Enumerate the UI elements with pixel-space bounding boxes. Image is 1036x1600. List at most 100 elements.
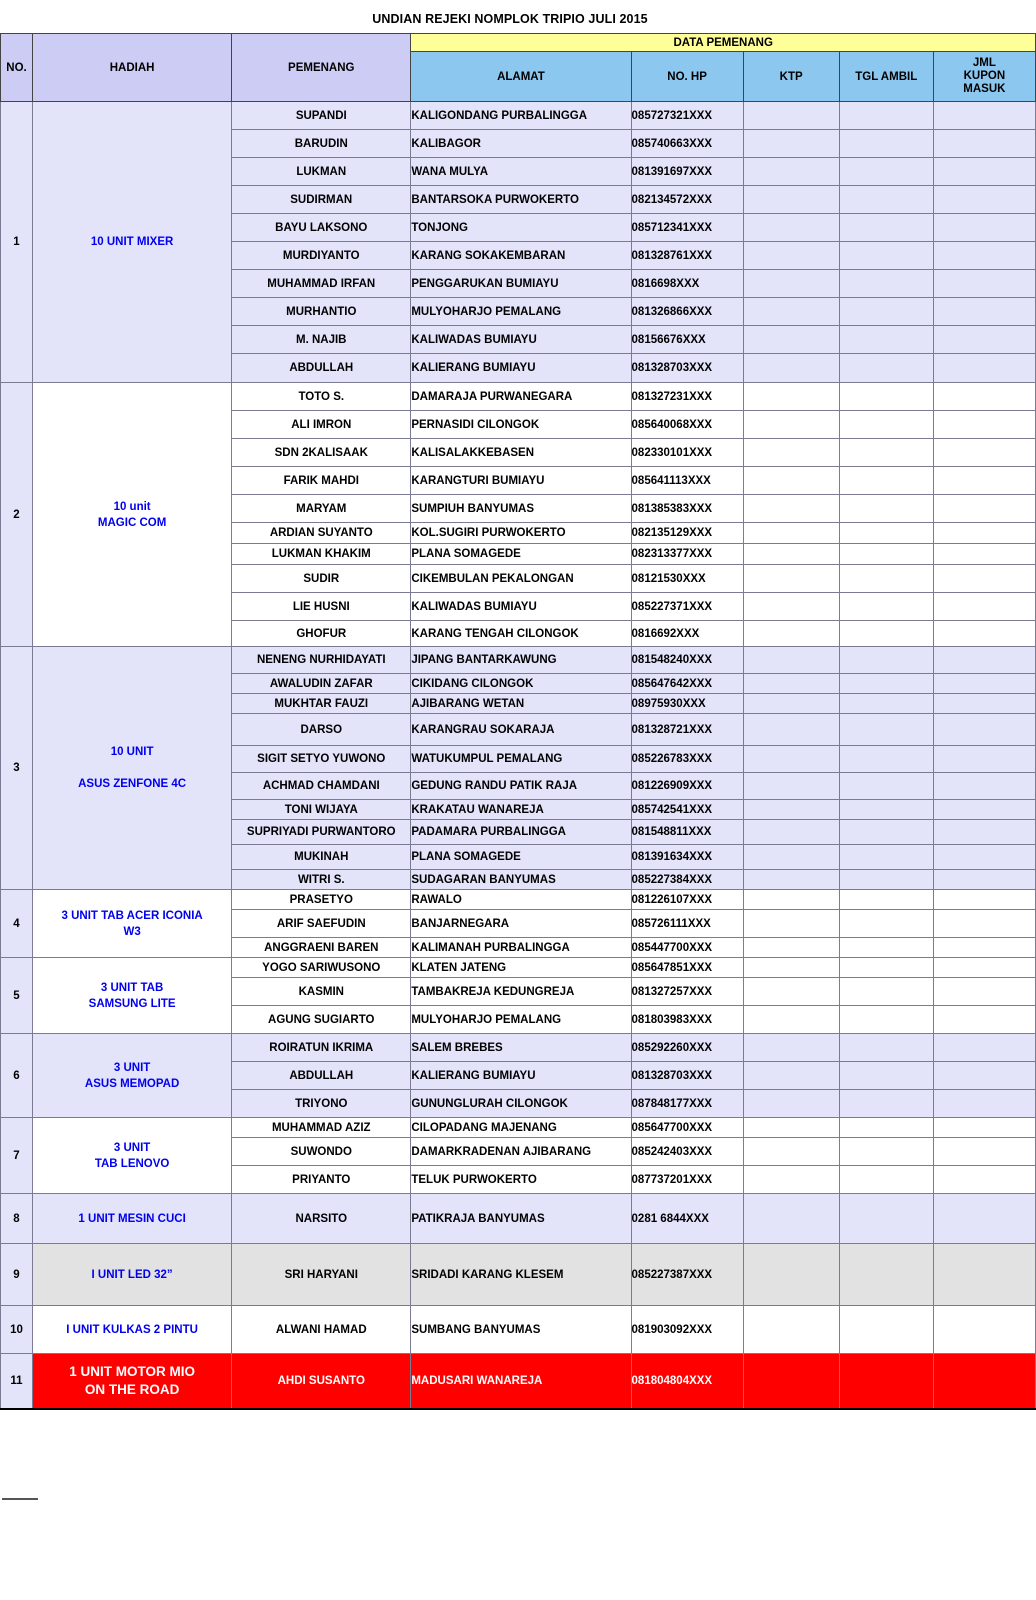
address-cell: CIKEMBULAN PEKALONGAN <box>410 564 632 593</box>
phone-cell: 081385383XXX <box>630 494 744 523</box>
phone-cell: 081328703XXX <box>630 353 744 383</box>
ktp-cell <box>742 693 840 714</box>
address-cell: SUMPIUH BANYUMAS <box>410 494 632 523</box>
row-number-cell: 11 <box>0 1353 34 1410</box>
ktp-cell <box>742 977 840 1006</box>
tgl-ambil-cell <box>838 325 934 354</box>
prize-cell: 3 UNIT ASUS MEMOPAD <box>32 1033 233 1118</box>
prize-cell: I UNIT KULKAS 2 PINTU <box>32 1305 233 1354</box>
ktp-cell <box>742 937 840 958</box>
phone-cell: 085647851XXX <box>630 957 744 978</box>
prize-cell: I UNIT LED 32” <box>32 1243 233 1306</box>
ktp-cell <box>742 1353 840 1410</box>
ktp-cell <box>742 438 840 467</box>
winner-name-cell: ARIF SAEFUDIN <box>231 909 412 938</box>
address-cell: KALIGONDANG PURBALINGGA <box>410 101 632 130</box>
tgl-ambil-cell <box>838 693 934 714</box>
tgl-ambil-cell <box>838 382 934 411</box>
winner-name-cell: MUKHTAR FAUZI <box>231 693 412 714</box>
winner-name-cell: PRASETYO <box>231 889 412 910</box>
address-cell: WATUKUMPUL PEMALANG <box>410 745 632 773</box>
ktp-cell <box>742 713 840 746</box>
phone-cell: 081391697XXX <box>630 157 744 186</box>
phone-cell: 081326866XXX <box>630 297 744 326</box>
address-cell: PENGGARUKAN BUMIAYU <box>410 269 632 298</box>
prize-line: 3 UNIT TAB ACER ICONIA <box>61 909 203 922</box>
jml-kupon-cell <box>932 646 1036 674</box>
address-cell: KALIBAGOR <box>410 129 632 158</box>
prize-cell: 3 UNIT TAB ACER ICONIA W3 <box>32 889 233 958</box>
address-cell: KALIWADAS BUMIAYU <box>410 592 632 621</box>
winner-name-cell: SUPRIYADI PURWANTORO <box>231 819 412 845</box>
tgl-ambil-cell <box>838 1005 934 1034</box>
header-cell-pemenang: PEMENANG <box>231 33 412 102</box>
winner-name-cell: ALI IMRON <box>231 410 412 439</box>
phone-cell: 081328761XXX <box>630 241 744 270</box>
tgl-ambil-cell <box>838 1137 934 1166</box>
phone-cell: 08156676XXX <box>630 325 744 354</box>
ktp-cell <box>742 844 840 870</box>
winner-name-cell: TRIYONO <box>231 1089 412 1118</box>
winner-name-cell: ACHMAD CHAMDANI <box>231 772 412 800</box>
prize-cell: 10 UNIT ASUS ZENFONE 4C <box>32 646 233 890</box>
ktp-cell <box>742 957 840 978</box>
phone-cell: 085227371XXX <box>630 592 744 621</box>
winner-name-cell: SUPANDI <box>231 101 412 130</box>
jml-kupon-cell <box>932 1243 1036 1306</box>
jml-kupon-cell <box>932 977 1036 1006</box>
header-group-row: NO. HADIAH PEMENANG DATA PEMENANG <box>0 33 1036 102</box>
phone-cell: 081226107XXX <box>630 889 744 910</box>
phone-cell: 081803983XXX <box>630 1005 744 1034</box>
jml-kupon-cell <box>932 564 1036 593</box>
address-cell: BANJARNEGARA <box>410 909 632 938</box>
tgl-ambil-cell <box>838 1033 934 1062</box>
phone-cell: 08975930XXX <box>630 693 744 714</box>
jml-kupon-cell <box>932 713 1036 746</box>
phone-cell: 085712341XXX <box>630 213 744 242</box>
phone-cell: 085647700XXX <box>630 1117 744 1138</box>
ktp-cell <box>742 673 840 694</box>
winner-name-cell: ANGGRAENI BAREN <box>231 937 412 958</box>
address-cell: CIKIDANG CILONGOK <box>410 673 632 694</box>
jml-kupon-cell <box>932 909 1036 938</box>
winner-name-cell: NARSITO <box>231 1193 412 1244</box>
prize-line: 10 unit <box>113 500 151 513</box>
address-cell: SRIDADI KARANG KLESEM <box>410 1243 632 1306</box>
winner-name-cell: BARUDIN <box>231 129 412 158</box>
winner-name-cell: SUDIRMAN <box>231 185 412 214</box>
winner-name-cell: ABDULLAH <box>231 353 412 383</box>
phone-cell: 081226909XXX <box>630 772 744 800</box>
address-cell: PADAMARA PURBALINGGA <box>410 819 632 845</box>
winner-name-cell: SIGIT SETYO YUWONO <box>231 745 412 773</box>
phone-cell: 081903092XXX <box>630 1305 744 1354</box>
ktp-cell <box>742 353 840 383</box>
ktp-cell <box>742 241 840 270</box>
winner-name-cell: GHOFUR <box>231 620 412 647</box>
table-header: NO. HADIAH PEMENANG DATA PEMENANG ALAMAT… <box>0 33 1036 102</box>
tgl-ambil-cell <box>838 1305 934 1354</box>
tgl-ambil-cell <box>838 157 934 186</box>
tgl-ambil-cell <box>838 1117 934 1138</box>
ktp-cell <box>742 869 840 890</box>
phone-cell: 082134572XXX <box>630 185 744 214</box>
jml-kupon-cell <box>932 185 1036 214</box>
tgl-ambil-cell <box>838 889 934 910</box>
jml-kupon-cell <box>932 1305 1036 1354</box>
ktp-cell <box>742 494 840 523</box>
jml-kupon-cell <box>932 129 1036 158</box>
phone-cell: 087848177XXX <box>630 1089 744 1118</box>
winner-name-cell: MURDIYANTO <box>231 241 412 270</box>
ktp-cell <box>742 772 840 800</box>
prize-cell: 10 unit MAGIC COM <box>32 382 233 647</box>
row-number-cell: 8 <box>0 1193 34 1244</box>
ktp-cell <box>742 819 840 845</box>
address-cell: TONJONG <box>410 213 632 242</box>
address-cell: KARANG SOKAKEMBARAN <box>410 241 632 270</box>
phone-cell: 081391634XXX <box>630 844 744 870</box>
jml-kupon-cell <box>932 620 1036 647</box>
winner-name-cell: BAYU LAKSONO <box>231 213 412 242</box>
address-cell: WANA MULYA <box>410 157 632 186</box>
tgl-ambil-cell <box>838 129 934 158</box>
tgl-ambil-cell <box>838 1243 934 1306</box>
winners-table: NO. HADIAH PEMENANG DATA PEMENANG ALAMAT… <box>0 33 1036 1410</box>
